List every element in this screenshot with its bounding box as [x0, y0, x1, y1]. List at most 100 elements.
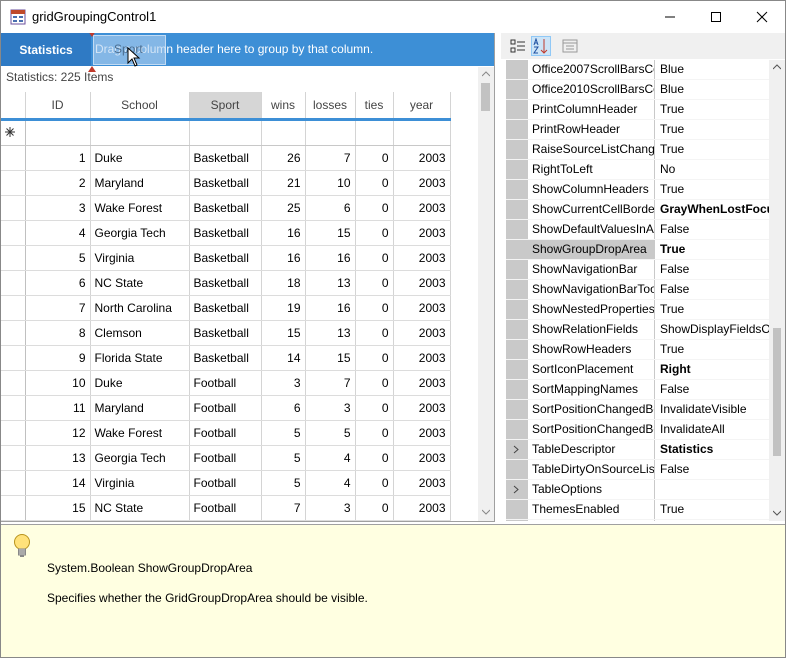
column-header-year[interactable]: year	[393, 92, 451, 121]
cell-school[interactable]: Clemson	[90, 320, 190, 346]
property-row[interactable]: ShowColumnHeaders True	[506, 180, 770, 200]
cell-ties[interactable]: 0	[355, 195, 394, 221]
cell-sport[interactable]: Football	[189, 370, 262, 396]
cell-wins[interactable]: 14	[261, 345, 306, 371]
cell-school[interactable]: North Carolina	[90, 295, 190, 321]
property-row[interactable]: RightToLeft No	[506, 160, 770, 180]
property-value[interactable]: True	[656, 100, 770, 119]
property-name[interactable]: ShowNavigationBarToo	[528, 280, 655, 299]
cell-wins[interactable]: 16	[261, 245, 306, 271]
table-row[interactable]: 10 Duke Football 3 7 0 2003	[1, 370, 451, 396]
property-name[interactable]: ShowRelationFields	[528, 320, 655, 339]
cell-year[interactable]: 2003	[393, 245, 451, 271]
cell-ties[interactable]: 0	[355, 395, 394, 421]
close-button[interactable]	[739, 1, 785, 33]
cell-id[interactable]: 1	[25, 145, 91, 171]
property-name[interactable]: TopLevelGroupOptions	[528, 520, 655, 521]
pg-scroll-down-icon[interactable]	[773, 510, 781, 516]
cell-ties[interactable]: 0	[355, 495, 394, 521]
group-drop-table-label[interactable]: Statistics	[1, 33, 91, 66]
row-header[interactable]	[1, 170, 26, 196]
cell-losses[interactable]: 16	[305, 245, 356, 271]
property-value[interactable]: InvalidateAll	[656, 420, 770, 439]
property-row[interactable]: ShowNavigationBarToo False	[506, 280, 770, 300]
cell-year[interactable]: 2003	[393, 195, 451, 221]
property-name[interactable]: ShowNestedPropertiesF	[528, 300, 655, 319]
column-header-losses[interactable]: losses	[305, 92, 356, 121]
property-name[interactable]: ShowCurrentCellBorder	[528, 200, 655, 219]
cell-year[interactable]: 2003	[393, 295, 451, 321]
table-row[interactable]: 5 Virginia Basketball 16 16 0 2003	[1, 245, 451, 271]
cell-year[interactable]: 2003	[393, 445, 451, 471]
scroll-down-icon[interactable]	[482, 509, 490, 515]
property-value[interactable]: False	[656, 220, 770, 239]
new-row-header[interactable]	[1, 119, 26, 146]
row-header[interactable]	[1, 370, 26, 396]
property-value[interactable]: False	[656, 260, 770, 279]
property-name[interactable]: TableDescriptor	[528, 440, 655, 459]
row-header[interactable]	[1, 420, 26, 446]
expand-chevron-icon[interactable]	[513, 445, 519, 454]
property-name[interactable]: TableOptions	[528, 480, 655, 499]
pg-scroll-up-icon[interactable]	[773, 64, 781, 70]
property-row[interactable]: ShowRowHeaders True	[506, 340, 770, 360]
property-row[interactable]: SortPositionChangedBe InvalidateAll	[506, 420, 770, 440]
title-bar[interactable]: gridGroupingControl1	[1, 1, 785, 33]
table-row[interactable]: 9 Florida State Basketball 14 15 0 2003	[1, 345, 451, 371]
property-name[interactable]: Office2007ScrollBarsCo	[528, 60, 655, 79]
cell-sport[interactable]: Basketball	[189, 320, 262, 346]
cell-losses[interactable]: 16	[305, 295, 356, 321]
property-row[interactable]: Office2007ScrollBarsCo Blue	[506, 60, 770, 80]
property-value[interactable]: False	[656, 460, 770, 479]
table-row[interactable]: 6 NC State Basketball 18 13 0 2003	[1, 270, 451, 296]
table-row[interactable]: 2 Maryland Basketball 21 10 0 2003	[1, 170, 451, 196]
row-header[interactable]	[1, 245, 26, 271]
row-header[interactable]	[1, 395, 26, 421]
cell-losses[interactable]: 3	[305, 495, 356, 521]
cell-ties[interactable]: 0	[355, 245, 394, 271]
grid-vertical-scrollbar[interactable]	[478, 67, 494, 521]
cell-wins[interactable]: 18	[261, 270, 306, 296]
property-row[interactable]: RaiseSourceListChange True	[506, 140, 770, 160]
property-name[interactable]: SortMappingNames	[528, 380, 655, 399]
cell-losses[interactable]: 7	[305, 370, 356, 396]
property-value[interactable]: True	[656, 500, 770, 519]
property-value[interactable]: True	[656, 140, 770, 159]
property-row[interactable]: ShowDefaultValuesInAc False	[506, 220, 770, 240]
row-header[interactable]	[1, 445, 26, 471]
cell-ties[interactable]: 0	[355, 370, 394, 396]
property-row[interactable]: ShowNavigationBar False	[506, 260, 770, 280]
column-header-ties[interactable]: ties	[355, 92, 394, 121]
grid-scroll-thumb[interactable]	[481, 83, 490, 111]
property-row[interactable]: ShowCurrentCellBorder GrayWhenLostFocus	[506, 200, 770, 220]
property-value[interactable]: No	[656, 160, 770, 179]
cell-wins[interactable]: 16	[261, 220, 306, 246]
property-row[interactable]: SortPositionChangedBe InvalidateVisible	[506, 400, 770, 420]
cell-sport[interactable]: Football	[189, 445, 262, 471]
table-row[interactable]: 3 Wake Forest Basketball 25 6 0 2003	[1, 195, 451, 221]
row-header[interactable]	[1, 295, 26, 321]
row-header[interactable]	[1, 270, 26, 296]
property-grid-scrollbar[interactable]	[769, 60, 785, 521]
cell-ties[interactable]: 0	[355, 295, 394, 321]
cell-wins[interactable]: 26	[261, 145, 306, 171]
minimize-button[interactable]	[647, 1, 693, 33]
row-header[interactable]	[1, 195, 26, 221]
property-row[interactable]: SortMappingNames False	[506, 380, 770, 400]
cell-school[interactable]: Virginia	[90, 245, 190, 271]
property-name[interactable]: PrintColumnHeader	[528, 100, 655, 119]
cell-school[interactable]: Maryland	[90, 395, 190, 421]
cell-school[interactable]: NC State	[90, 495, 190, 521]
cell-sport[interactable]: Basketball	[189, 170, 262, 196]
cell-id[interactable]: 2	[25, 170, 91, 196]
cell-school[interactable]: Florida State	[90, 345, 190, 371]
property-margin[interactable]	[506, 480, 528, 499]
property-value[interactable]: False	[656, 380, 770, 399]
cell-losses[interactable]: 4	[305, 470, 356, 496]
table-row[interactable]: 14 Virginia Football 5 4 0 2003	[1, 470, 451, 496]
cell-sport[interactable]: Basketball	[189, 245, 262, 271]
cell-losses[interactable]: 5	[305, 420, 356, 446]
property-value[interactable]: ShowDisplayFieldsOn	[656, 320, 770, 339]
property-name[interactable]: ShowRowHeaders	[528, 340, 655, 359]
cell-wins[interactable]: 19	[261, 295, 306, 321]
